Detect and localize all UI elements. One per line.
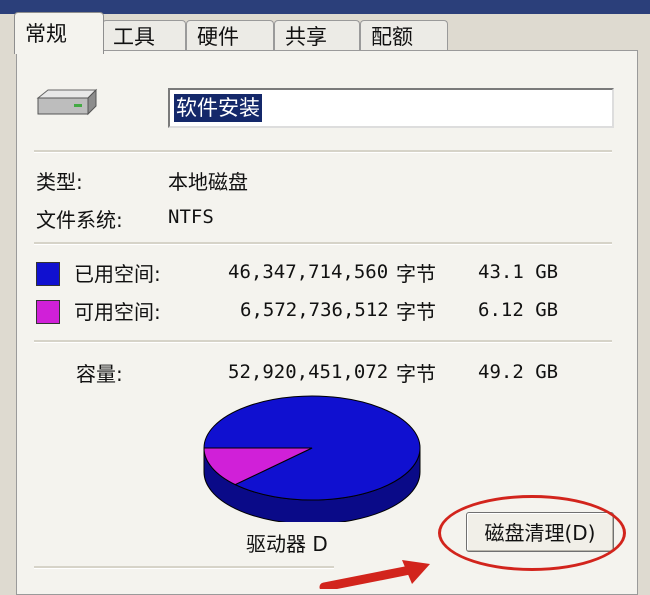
drive-label: 驱动器 D bbox=[246, 532, 328, 556]
type-label: 类型: bbox=[36, 170, 83, 194]
capacity-label: 容量: bbox=[76, 362, 123, 386]
divider bbox=[34, 242, 612, 245]
tab-tools[interactable]: 工具 bbox=[102, 20, 186, 52]
used-space-unit: 字节 bbox=[396, 262, 436, 286]
hard-drive-icon bbox=[36, 88, 98, 116]
tab-bar: 常规 工具 硬件 共享 配额 bbox=[0, 10, 650, 54]
drive-name-input[interactable]: 软件安装 bbox=[168, 88, 614, 128]
annotation-arrow-icon bbox=[319, 560, 430, 589]
drive-name-text: 软件安装 bbox=[174, 94, 262, 122]
used-space-bytes: 46,347,714,560 bbox=[228, 261, 389, 283]
filesystem-value: NTFS bbox=[168, 206, 214, 228]
free-space-label: 可用空间: bbox=[74, 300, 161, 324]
used-space-swatch bbox=[36, 262, 60, 286]
capacity-bytes: 52,920,451,072 bbox=[228, 361, 389, 383]
used-space-label: 已用空间: bbox=[74, 262, 161, 286]
capacity-gb: 49.2 GB bbox=[478, 361, 559, 383]
type-value: 本地磁盘 bbox=[168, 170, 248, 194]
free-space-bytes: 6,572,736,512 bbox=[240, 299, 389, 321]
divider bbox=[34, 150, 612, 153]
free-space-unit: 字节 bbox=[396, 300, 436, 324]
capacity-unit: 字节 bbox=[396, 362, 436, 386]
disk-usage-pie-chart bbox=[203, 395, 421, 522]
free-space-swatch bbox=[36, 300, 60, 324]
tab-hardware[interactable]: 硬件 bbox=[186, 20, 274, 52]
tab-sharing[interactable]: 共享 bbox=[274, 20, 360, 52]
used-space-gb: 43.1 GB bbox=[478, 261, 559, 283]
tab-quota[interactable]: 配额 bbox=[360, 20, 448, 52]
filesystem-label: 文件系统: bbox=[36, 208, 123, 232]
divider bbox=[34, 566, 334, 569]
divider bbox=[34, 340, 612, 343]
tab-general[interactable]: 常规 bbox=[14, 12, 104, 54]
highlight-circle bbox=[438, 495, 626, 571]
free-space-gb: 6.12 GB bbox=[478, 299, 559, 321]
